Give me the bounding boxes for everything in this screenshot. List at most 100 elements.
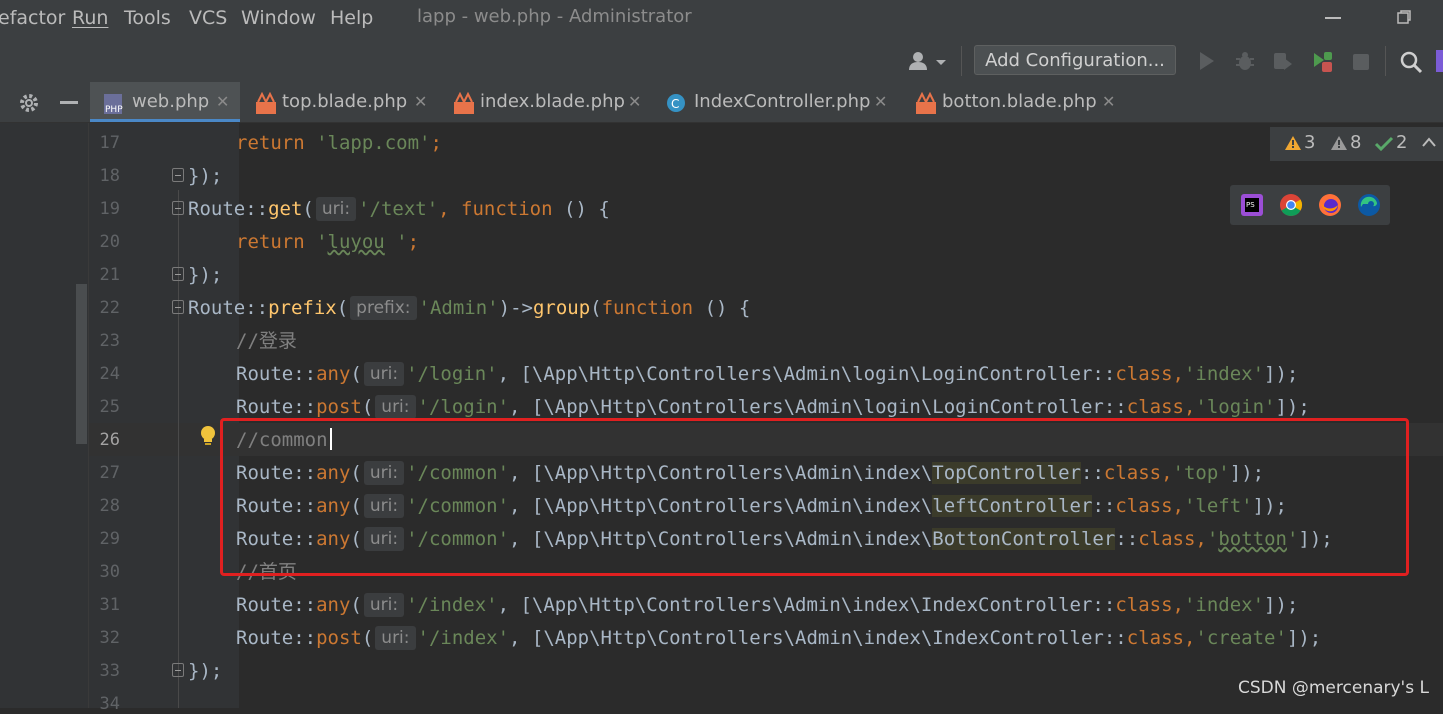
menu-vcs[interactable]: VCS	[189, 7, 227, 29]
tab-label: top.blade.php	[282, 91, 408, 112]
code-line-33: });	[188, 660, 223, 682]
line-number: 20	[99, 232, 120, 252]
toolbar	[0, 38, 1443, 83]
tool-window-strip	[0, 82, 90, 122]
menu-help[interactable]: Help	[330, 7, 373, 29]
profiler-icon[interactable]	[1310, 50, 1334, 74]
close-icon[interactable]: ✕	[874, 82, 887, 122]
phpstorm-icon[interactable]: PS	[1240, 193, 1264, 217]
fold-marker[interactable]	[172, 300, 184, 314]
restore-icon[interactable]	[1397, 10, 1411, 24]
line-number: 17	[99, 133, 120, 153]
svg-text:C: C	[671, 97, 679, 111]
warning-count: 3	[1304, 132, 1316, 153]
close-icon[interactable]: ✕	[1102, 82, 1115, 122]
coverage-icon[interactable]	[1272, 50, 1294, 72]
parameter-hint: uri:	[375, 626, 416, 650]
code-line-20: return 'luyou ';	[236, 231, 420, 253]
firefox-icon[interactable]	[1318, 193, 1342, 217]
parameter-hint: prefix:	[350, 296, 417, 320]
tab-top-blade[interactable]: top.blade.php ✕	[250, 82, 440, 122]
line-number: 32	[99, 628, 120, 648]
line-number: 34	[99, 694, 120, 714]
inspection-widget[interactable]: 3 8 2	[1270, 127, 1443, 161]
fold-marker[interactable]	[172, 168, 184, 182]
line-number: 22	[99, 298, 120, 318]
debug-icon[interactable]	[1234, 50, 1256, 72]
code-line-31: Route::any(uri: '/index', [\App\Http\Cont…	[236, 593, 1299, 617]
tab-index-controller[interactable]: C IndexController.php ✕	[664, 82, 894, 122]
svg-text:PS: PS	[1246, 201, 1255, 209]
gear-icon[interactable]	[18, 92, 40, 114]
code-line-24: Route::any(uri: '/login', [\App\Http\Cont…	[236, 362, 1299, 386]
tab-web-php[interactable]: PHP web.php ✕	[90, 82, 240, 122]
code-line-21: });	[188, 264, 223, 286]
code-line-19: Route::get(uri: '/text', function () {	[188, 197, 610, 221]
tab-label: botton.blade.php	[942, 91, 1097, 112]
line-number: 33	[99, 661, 120, 681]
menu-run[interactable]: Run	[72, 7, 108, 29]
fold-marker[interactable]	[172, 201, 184, 215]
user-icon[interactable]	[908, 50, 948, 72]
edge-icon[interactable]	[1357, 193, 1381, 217]
svg-text:PHP: PHP	[105, 105, 123, 115]
ok-count: 2	[1396, 132, 1408, 153]
browser-popup: PS	[1230, 185, 1390, 225]
lightbulb-icon[interactable]	[199, 425, 217, 447]
chevron-up-icon[interactable]	[1422, 137, 1436, 147]
line-number: 30	[99, 562, 120, 582]
panel-scrollbar[interactable]	[76, 284, 87, 444]
parameter-hint: uri:	[363, 362, 405, 386]
php-file-icon: PHP	[104, 94, 123, 115]
line-number-current: 26	[99, 430, 120, 450]
line-number: 24	[99, 364, 120, 384]
code-line-18: });	[188, 165, 223, 187]
tab-index-blade[interactable]: index.blade.php ✕	[448, 82, 648, 122]
menu-refactor[interactable]: efactor	[0, 7, 65, 29]
run-icon[interactable]	[1197, 50, 1217, 72]
tab-label: IndexController.php	[694, 91, 871, 112]
line-number: 31	[99, 595, 120, 615]
add-configuration-button[interactable]: Add Configuration...	[974, 45, 1176, 75]
stop-icon[interactable]	[1352, 53, 1370, 71]
parameter-hint: uri:	[315, 197, 357, 221]
menu-tools[interactable]: Tools	[124, 7, 171, 29]
parameter-hint: uri:	[375, 395, 416, 419]
tab-botton-blade[interactable]: botton.blade.php ✕	[910, 82, 1120, 122]
fold-marker[interactable]	[172, 267, 184, 281]
close-icon[interactable]: ✕	[414, 82, 427, 122]
watermark: CSDN @mercenary's L	[1238, 678, 1429, 698]
weak-warning-count: 8	[1350, 132, 1362, 153]
line-number: 27	[99, 463, 120, 483]
weak-warning-icon	[1331, 136, 1347, 150]
line-number: 21	[99, 265, 120, 285]
close-icon[interactable]: ✕	[216, 82, 229, 122]
line-number: 29	[99, 529, 120, 549]
warning-icon	[1285, 136, 1301, 150]
minimize-button[interactable]	[1325, 17, 1341, 19]
tab-label: web.php	[132, 91, 210, 112]
close-icon[interactable]: ✕	[628, 82, 641, 122]
class-file-icon: C	[667, 94, 685, 112]
code-line-22: Route::prefix(prefix: 'Admin')->group(fun…	[188, 296, 751, 320]
search-icon[interactable]	[1399, 50, 1423, 74]
annotation-highlight-box	[220, 418, 1409, 576]
check-icon	[1374, 136, 1394, 152]
menu-window[interactable]: Window	[241, 7, 316, 29]
tab-label: index.blade.php	[480, 91, 625, 112]
title-bar: efactor Run Tools VCS Window Help lapp -…	[0, 0, 1443, 38]
code-line-23: //登录	[236, 330, 297, 352]
ide-logo-icon[interactable]	[1436, 50, 1443, 72]
parameter-hint: uri:	[363, 593, 405, 617]
line-number: 19	[99, 199, 120, 219]
line-number: 18	[99, 166, 120, 186]
hide-icon[interactable]	[60, 101, 78, 104]
fold-marker[interactable]	[172, 663, 184, 677]
blade-file-icon	[256, 92, 276, 114]
toolbar-separator	[1385, 46, 1386, 76]
blade-file-icon	[916, 92, 936, 114]
blade-file-icon	[454, 92, 474, 114]
line-number: 28	[99, 496, 120, 516]
chrome-icon[interactable]	[1279, 193, 1303, 217]
code-line-17: return 'lapp.com';	[236, 132, 442, 154]
